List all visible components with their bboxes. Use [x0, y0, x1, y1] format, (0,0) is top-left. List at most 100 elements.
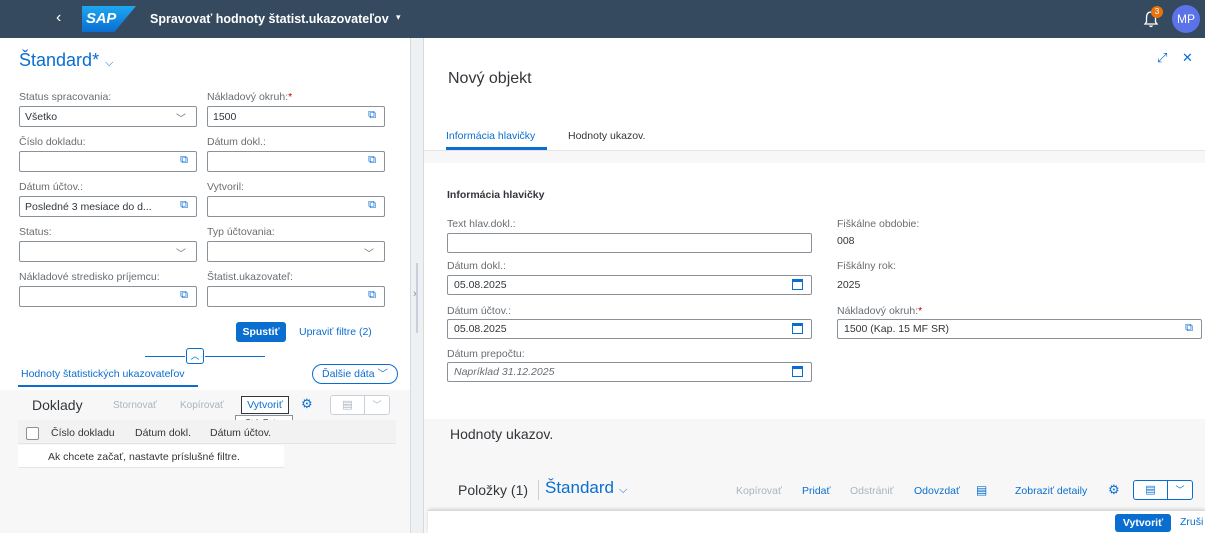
- datum-dokl-label: Dátum dokl.:: [207, 136, 266, 148]
- kopirovat-button[interactable]: Kopírovať: [180, 400, 224, 411]
- run-button[interactable]: Spustiť: [236, 322, 286, 342]
- object-page-pane: Nový objekt ⤢ ✕ Informácia hlavičky Hodn…: [424, 38, 1205, 533]
- calendar-icon[interactable]: [792, 279, 803, 290]
- chevron-down-icon[interactable]: ﹀: [365, 396, 389, 414]
- nakladovy-okruh-value: 1500: [213, 111, 237, 123]
- items-odstranit-button[interactable]: Odstrániť: [850, 485, 894, 497]
- fullscreen-icon[interactable]: ⤢: [1157, 50, 1167, 66]
- value-help-icon[interactable]: ⧉: [368, 199, 376, 212]
- app-title[interactable]: Spravovať hodnoty štatist.ukazovateľov: [150, 12, 389, 26]
- items-odovzdat-button[interactable]: Odovzdať: [914, 485, 960, 497]
- nakladovy-okruh-input[interactable]: 1500 ⧉: [207, 106, 385, 127]
- items-settings-gear-icon[interactable]: ⚙: [1108, 482, 1120, 498]
- nakladovy-okruh-value: 1500 (Kap. 15 MF SR): [844, 323, 950, 335]
- items-pridat-button[interactable]: Pridať: [802, 485, 830, 497]
- fiskalne-obdobie-value: 008: [837, 235, 855, 247]
- adapt-filters-link[interactable]: Upraviť filtre (2): [299, 326, 372, 338]
- chevron-down-icon[interactable]: ﹀: [1168, 481, 1192, 499]
- column-cislo-dokladu[interactable]: Číslo dokladu: [51, 427, 115, 439]
- create-button[interactable]: Vytvoriť: [1115, 514, 1171, 532]
- status-select[interactable]: ﹀: [19, 241, 197, 262]
- tab-hodnoty-ukazov[interactable]: Hodnoty ukazov.: [568, 130, 645, 142]
- typ-uctovania-select[interactable]: ﹀: [207, 241, 385, 262]
- section-title: Informácia hlavičky: [447, 189, 545, 201]
- settings-gear-icon[interactable]: ⚙: [301, 396, 313, 412]
- more-data-label: Ďalšie dáta: [322, 368, 375, 380]
- datum-uctov-input[interactable]: Posledné 3 mesiace do d... ⧉: [19, 196, 197, 217]
- status-spracovania-value: Všetko: [25, 111, 58, 123]
- column-datum-uctov[interactable]: Dátum účtov.: [210, 427, 271, 439]
- object-title: Nový objekt: [448, 70, 532, 87]
- variant-selector[interactable]: Štandard*: [19, 50, 99, 71]
- datum-prepoctu-placeholder: Napríklad 31.12.2025: [454, 366, 555, 378]
- expand-arrow-icon[interactable]: ›: [413, 288, 417, 300]
- variant-modified-mark: *: [92, 50, 100, 70]
- table-empty-row: Ak chcete začať, nastavte príslušné filt…: [18, 445, 284, 468]
- nakladove-stredisko-label: Nákladové stredisko príjemcu:: [19, 271, 160, 283]
- vytvoril-label: Vytvoril:: [207, 181, 244, 193]
- value-help-icon[interactable]: ⧉: [368, 109, 376, 122]
- more-data-button[interactable]: Ďalšie dáta ﹀: [312, 364, 398, 384]
- clipboard-icon[interactable]: ▤: [976, 483, 987, 497]
- column-splitter[interactable]: ›: [410, 38, 424, 533]
- value-help-icon[interactable]: ⧉: [180, 289, 188, 302]
- export-split-button[interactable]: ▤ ﹀: [330, 395, 390, 415]
- variant-chevron-down-icon[interactable]: ⌵: [105, 57, 113, 70]
- statist-ukazovatel-label: Štatist.ukazovateľ:: [207, 271, 293, 283]
- value-help-icon[interactable]: ⧉: [180, 199, 188, 212]
- nakladovy-okruh-label: Nákladový okruh:*: [837, 305, 923, 317]
- nakladove-stredisko-input[interactable]: ⧉: [19, 286, 197, 307]
- close-icon[interactable]: ✕: [1182, 50, 1193, 66]
- datum-prepoctu-input[interactable]: Napríklad 31.12.2025: [447, 362, 812, 382]
- text-hlav-input[interactable]: [447, 233, 812, 253]
- notification-badge: 3: [1151, 6, 1163, 18]
- export-icon[interactable]: ▤: [331, 396, 365, 414]
- status-spracovania-select[interactable]: Všetko ﹀: [19, 106, 197, 127]
- stornovat-button[interactable]: Stornovať: [113, 400, 157, 411]
- shell-bar: ‹ SAP Spravovať hodnoty štatist.ukazovat…: [0, 0, 1205, 38]
- items-export-split-button[interactable]: ▤ ﹀: [1133, 480, 1193, 500]
- documents-title: Doklady: [32, 397, 83, 413]
- datum-dokl-value: 05.08.2025: [454, 279, 507, 291]
- collapse-header-button[interactable]: ︿: [186, 348, 204, 364]
- fiskalny-rok-value: 2025: [837, 279, 861, 291]
- tab-hodnoty-statistickych[interactable]: Hodnoty štatistických ukazovateľov: [21, 368, 185, 380]
- datum-dokl-input[interactable]: ⧉: [207, 151, 385, 172]
- value-help-icon[interactable]: ⧉: [1185, 322, 1193, 335]
- cislo-dokladu-input[interactable]: ⧉: [19, 151, 197, 172]
- empty-message: Ak chcete začať, nastavte príslušné filt…: [48, 451, 240, 463]
- datum-uctov-input[interactable]: 05.08.2025: [447, 319, 812, 339]
- items-kopirovat-button[interactable]: Kopírovať: [736, 485, 782, 497]
- export-icon[interactable]: ▤: [1134, 481, 1168, 499]
- fiskalny-rok-label: Fiškálny rok:: [837, 260, 896, 272]
- datum-dokl-input[interactable]: 05.08.2025: [447, 275, 812, 295]
- column-datum-dokl[interactable]: Dátum dokl.: [135, 427, 191, 439]
- chevron-down-icon: ﹀: [176, 114, 186, 125]
- app-title-caret-icon[interactable]: ▾: [396, 12, 401, 23]
- back-icon[interactable]: ‹: [56, 10, 61, 26]
- sap-logo[interactable]: SAP: [82, 6, 136, 32]
- items-variant-chevron-icon[interactable]: ⌵: [619, 484, 627, 497]
- tab-informacia-hlavicky[interactable]: Informácia hlavičky: [446, 130, 535, 142]
- value-help-icon[interactable]: ⧉: [368, 154, 376, 167]
- items-zobrazit-detaily-button[interactable]: Zobraziť detaily: [1015, 485, 1087, 497]
- value-help-icon[interactable]: ⧉: [368, 289, 376, 302]
- typ-uctovania-label: Typ účtovania:: [207, 226, 275, 238]
- cancel-button[interactable]: Zruši: [1180, 516, 1203, 528]
- nakladovy-okruh-label: Nákladový okruh:*: [207, 91, 293, 103]
- value-help-icon[interactable]: ⧉: [180, 154, 188, 167]
- datum-dokl-label: Dátum dokl.:: [447, 260, 506, 272]
- user-avatar[interactable]: MP: [1172, 5, 1200, 33]
- calendar-icon[interactable]: [792, 323, 803, 334]
- fiskalne-obdobie-label: Fiškálne obdobie:: [837, 218, 920, 230]
- statist-ukazovatel-input[interactable]: ⧉: [207, 286, 385, 307]
- calendar-icon[interactable]: [792, 366, 803, 377]
- select-all-checkbox[interactable]: [26, 427, 39, 440]
- datum-uctov-label: Dátum účtov.:: [447, 305, 511, 317]
- datum-uctov-value: Posledné 3 mesiace do d...: [25, 201, 152, 213]
- vytvorit-button[interactable]: Vytvoriť: [241, 396, 289, 414]
- items-variant-selector[interactable]: Štandard: [545, 478, 614, 498]
- nakladovy-okruh-input[interactable]: 1500 (Kap. 15 MF SR) ⧉: [837, 319, 1202, 339]
- vytvoril-input[interactable]: ⧉: [207, 196, 385, 217]
- documents-table-header: Číslo dokladu Dátum dokl. Dátum účtov.: [18, 420, 396, 444]
